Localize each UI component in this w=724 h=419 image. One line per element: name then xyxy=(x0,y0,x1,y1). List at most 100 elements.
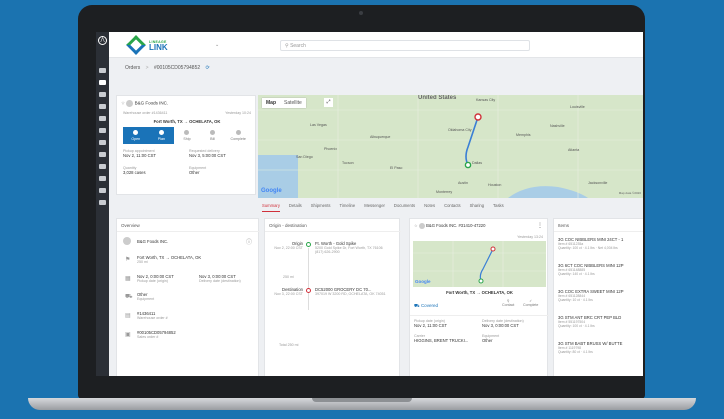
city-label: Memphis xyxy=(516,133,531,137)
shipment-pickup: Pickup date (origin) Nov 2, 11:00 CST xyxy=(414,319,447,328)
brand-logo[interactable]: LINEAGE LINK xyxy=(126,35,168,55)
origin-details: Ft. Worth - Gold Spike 5200 Gold Spike D… xyxy=(315,241,383,254)
pin-icon[interactable] xyxy=(99,164,106,169)
tab-notes[interactable]: Notes xyxy=(424,200,435,212)
map-country-label: United States xyxy=(418,95,457,101)
tab-satellite[interactable]: Satellite xyxy=(280,98,306,108)
overview-card: Overview B&G Foods INC. ⓘ ⚑ Fort Worth, … xyxy=(116,218,260,376)
overview-equipment: Other Equipment xyxy=(137,292,155,301)
google-logo: Google xyxy=(415,279,431,284)
city-label: El Paso xyxy=(390,166,403,170)
destination-dot xyxy=(306,288,311,293)
warehouse-icon: ▤ xyxy=(125,313,131,319)
map-attribution: Map data ©2020 xyxy=(618,191,641,195)
city-label: Phoenix xyxy=(324,147,337,151)
list-item[interactable]: 3G STM ANT BRC CRT PEP BLD Item # 551197… xyxy=(558,315,642,328)
star-icon[interactable]: ☆ xyxy=(414,223,418,228)
breadcrumb-order: #00105CD05794852 xyxy=(153,65,201,71)
shipment-route: Fort Worth, TX → OCHELATA, OK xyxy=(446,290,513,295)
chart-icon[interactable] xyxy=(99,200,106,205)
warehouse-icon[interactable] xyxy=(99,104,106,109)
shipment-equipment: Equipment Other xyxy=(482,334,500,343)
star-icon[interactable]: ☆ xyxy=(121,101,125,106)
search-input[interactable]: ⚲ Search xyxy=(280,40,530,51)
chevron-down-icon[interactable]: ⌄ xyxy=(215,42,219,48)
app-logo-icon[interactable]: ⋀ xyxy=(98,36,107,45)
order-tabs: Summary Details Shipments Timeline Messe… xyxy=(256,200,643,212)
company-name: B&G Foods INC. xyxy=(134,100,169,106)
city-label: Nashville xyxy=(550,124,565,128)
order-title-row: ☆ B&G Foods INC. xyxy=(121,100,168,107)
city-label: Oklahoma City xyxy=(448,128,472,132)
od-total: Total 250 mi xyxy=(279,343,299,347)
company-avatar xyxy=(418,223,425,229)
route-origin: Fort Worth, TX xyxy=(153,119,183,124)
refresh-icon[interactable]: ⟳ xyxy=(206,65,210,71)
map-graphic xyxy=(258,95,643,198)
settings-icon[interactable] xyxy=(99,188,106,193)
shipment-delivery: Delivery date (destination) Nov 3, 0:00:… xyxy=(482,319,524,328)
tab-contacts[interactable]: Contacts xyxy=(444,200,461,212)
step-open[interactable]: Open xyxy=(123,127,149,144)
destination-label-block: Destination Nov 3, 22:00 CST xyxy=(274,287,303,296)
equipment-field: Equipment Other xyxy=(189,166,207,175)
city-label: Louisville xyxy=(570,105,585,109)
step-plan[interactable]: Plan xyxy=(148,127,175,144)
shipment-date: Yesterday 13:24 xyxy=(517,235,543,239)
warehouse-order: Warehouse order #1436411 xyxy=(123,111,168,115)
shipment-company: B&G Foods INC. #31410-47220 xyxy=(426,223,486,229)
breadcrumb-orders[interactable]: Orders xyxy=(125,65,140,71)
webcam xyxy=(359,11,363,15)
list-item[interactable]: 3G 6CT COC NIBBLERS MINI 12P Item # 6511… xyxy=(558,263,642,276)
shipment-carrier: Carrier HIGGINS, BRENT TRUCKI... xyxy=(414,334,469,343)
tab-details[interactable]: Details xyxy=(289,200,302,212)
truck-icon[interactable] xyxy=(99,68,106,73)
tab-messenger[interactable]: Messenger xyxy=(364,200,385,212)
chat-icon[interactable] xyxy=(99,176,106,181)
top-bar: LINEAGE LINK ⌄ ⚲ Search xyxy=(109,32,643,58)
shipment-map[interactable]: Google xyxy=(413,241,546,287)
list-item[interactable]: 3G STM BABT BRUSS W/ BUTTE Item # 111979… xyxy=(558,341,642,354)
company-avatar xyxy=(123,237,131,245)
invoice-icon[interactable] xyxy=(99,152,106,157)
overview-route: Fort Worth, TX → OCHELATA, OK 250 mi xyxy=(137,255,202,264)
tab-shipments[interactable]: Shipments xyxy=(311,200,331,212)
calendar-icon: ▦ xyxy=(125,276,131,282)
building-icon[interactable] xyxy=(99,128,106,133)
tab-summary[interactable]: Summary xyxy=(262,200,280,212)
city-label: Las Vegas xyxy=(310,123,327,127)
document-icon[interactable] xyxy=(99,140,106,145)
order-icon: ▣ xyxy=(125,332,131,338)
more-options-icon[interactable]: ⋮ xyxy=(537,222,543,229)
order-date: Yesterday 10:24 xyxy=(225,111,251,115)
step-complete[interactable]: Complete xyxy=(225,127,251,144)
box-icon[interactable] xyxy=(99,92,106,97)
laptop-notch xyxy=(312,398,412,402)
step-bill[interactable]: Bill xyxy=(200,127,226,144)
delivery-field: Requested delivery Nov 3, 5:00:00 CST xyxy=(189,149,226,158)
city-label: Kansas City xyxy=(476,98,496,102)
orders-icon[interactable] xyxy=(99,80,106,85)
destination-marker xyxy=(474,113,482,121)
tab-documents[interactable]: Documents xyxy=(394,200,415,212)
city-label: Albuquerque xyxy=(370,135,391,139)
list-item[interactable]: 3G COC EXTRA SWEET MINI 12P Item # 65112… xyxy=(558,289,642,302)
tab-tasks[interactable]: Tasks xyxy=(493,200,504,212)
city-label: Austin xyxy=(458,181,468,185)
complete-button[interactable]: ✓ Complete xyxy=(523,299,538,307)
step-ship[interactable]: Ship xyxy=(174,127,200,144)
tab-map[interactable]: Map xyxy=(262,98,280,108)
list-item[interactable]: 3G COC NIBBLERS MINI 24CT - 1 Item # 651… xyxy=(558,237,642,250)
info-icon[interactable]: ⓘ xyxy=(246,237,252,246)
contact-button[interactable]: ⚲ Contact xyxy=(502,299,514,307)
overview-title: Overview xyxy=(121,223,140,228)
items-title: Items xyxy=(558,223,570,228)
route-map[interactable]: Map Satellite ⤢ United States Kansas Cit… xyxy=(258,95,643,198)
tab-timeline[interactable]: Timeline xyxy=(340,200,356,212)
tab-sharing[interactable]: Sharing xyxy=(470,200,484,212)
calendar-icon[interactable] xyxy=(99,116,106,121)
city-label: San Diego xyxy=(296,155,313,159)
status-badge: Covered xyxy=(420,303,438,308)
fullscreen-icon[interactable]: ⤢ xyxy=(324,98,333,107)
lineage-logo-icon xyxy=(126,35,146,55)
